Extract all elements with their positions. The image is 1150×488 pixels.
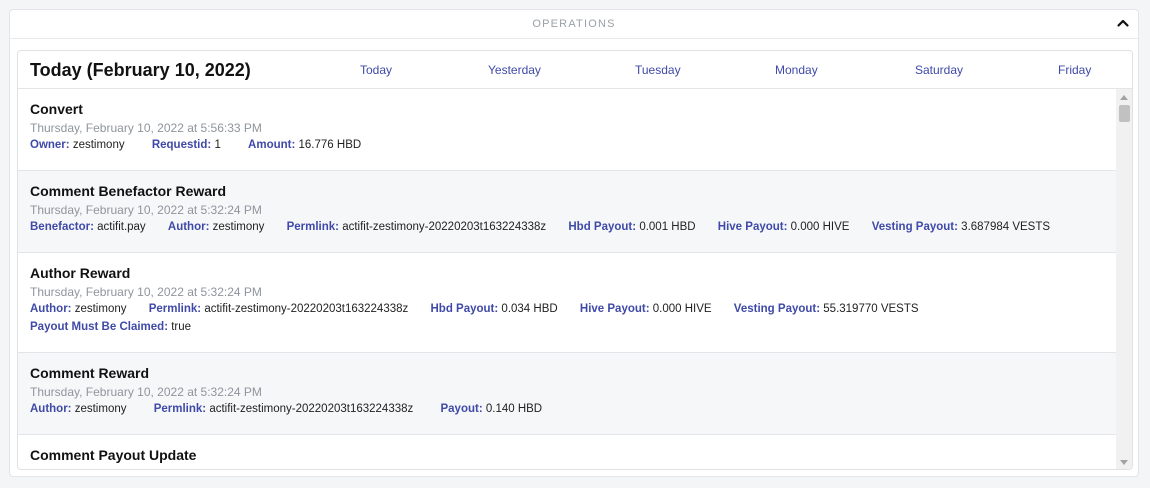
- field-value: zestimony: [212, 221, 265, 233]
- field: Hive Payout: 0.000 HIVE: [718, 218, 850, 236]
- field: Payout Must Be Claimed: true: [30, 318, 191, 336]
- operation-item: Comment Benefactor Reward Thursday, Febr…: [18, 171, 1116, 253]
- field: Author: zestimony: [30, 400, 127, 418]
- operation-fields: Author: zestimony Permlink: actifit-zest…: [30, 400, 1104, 418]
- field-key: Permlink:: [286, 221, 340, 233]
- field-value: actifit.pay: [97, 221, 146, 233]
- scrollbar[interactable]: [1116, 89, 1132, 469]
- field-key: Payout:: [440, 403, 483, 415]
- operation-time: Thursday, February 10, 2022 at 5:56:33 P…: [30, 121, 262, 135]
- tab-today[interactable]: Today: [360, 63, 392, 77]
- operation-time: Thursday, February 10, 2022 at 5:32:24 P…: [30, 385, 262, 399]
- field: Permlink: actifit-zestimony-20220203t163…: [154, 400, 414, 418]
- field-key: Author:: [30, 403, 72, 415]
- field-value: 55.319770 VESTS: [823, 303, 919, 315]
- field-key: Payout Must Be Claimed:: [30, 321, 169, 333]
- panel-header: OPERATIONS: [10, 10, 1138, 39]
- field: Hbd Payout: 0.034 HBD: [430, 300, 557, 318]
- field-value: actifit-zestimony-20220203t163224338z: [204, 303, 409, 315]
- field-key: Hive Payout:: [717, 221, 788, 233]
- tab-saturday[interactable]: Saturday: [915, 63, 963, 77]
- field: Permlink: actifit-zestimony-20220203t163…: [149, 300, 409, 318]
- operation-fields: Author: zestimony Permlink: actifit-zest…: [30, 300, 1104, 336]
- operation-fields: Owner: zestimony Requestid: 1 Amount: 16…: [30, 136, 1104, 154]
- field-key: Hive Payout:: [579, 303, 650, 315]
- operation-title: Comment Reward: [30, 365, 150, 381]
- field: Vesting Payout: 3.687984 VESTS: [872, 218, 1050, 236]
- field-key: Vesting Payout:: [871, 221, 958, 233]
- field-value: zestimony: [72, 139, 125, 151]
- field-key: Author:: [167, 221, 210, 233]
- operation-title: Comment Benefactor Reward: [30, 183, 227, 199]
- day-card: Today (February 10, 2022) Today Yesterda…: [17, 50, 1133, 470]
- scroll-down-arrow-icon[interactable]: [1120, 460, 1128, 465]
- field: Benefactor: actifit.pay: [30, 218, 146, 236]
- field-key: Requestid:: [151, 139, 212, 151]
- tab-friday[interactable]: Friday: [1058, 63, 1091, 77]
- operation-fields: Benefactor: actifit.pay Author: zestimon…: [30, 218, 1104, 236]
- scroll-up-arrow-icon[interactable]: [1120, 95, 1128, 100]
- field-key: Permlink:: [148, 303, 202, 315]
- operations-list[interactable]: Convert Thursday, February 10, 2022 at 5…: [18, 89, 1116, 469]
- field: Permlink: actifit-zestimony-20220203t163…: [287, 218, 547, 236]
- operation-title: Convert: [30, 101, 83, 117]
- chevron-up-icon[interactable]: [1116, 16, 1130, 30]
- field-value: 0.140 HBD: [485, 403, 543, 415]
- field-key: Vesting Payout:: [733, 303, 821, 315]
- scrollbar-thumb[interactable]: [1119, 105, 1130, 122]
- field-value: 0.000 HIVE: [790, 221, 850, 233]
- operation-title: Comment Payout Update: [30, 447, 197, 463]
- field-value: 0.000 HIVE: [652, 303, 712, 315]
- operation-item: Comment Reward Thursday, February 10, 20…: [18, 353, 1116, 435]
- operations-panel: OPERATIONS Today (February 10, 2022) Tod…: [9, 9, 1139, 477]
- field-value: 1: [214, 139, 221, 151]
- field-key: Owner:: [30, 139, 70, 151]
- field-key: Permlink:: [153, 403, 207, 415]
- field-value: actifit-zestimony-20220203t163224338z: [342, 221, 547, 233]
- field-key: Author:: [30, 303, 72, 315]
- field: Hbd Payout: 0.001 HBD: [568, 218, 695, 236]
- field: Author: zestimony: [168, 218, 265, 236]
- field: Owner: zestimony: [30, 136, 125, 154]
- field: Author: zestimony: [30, 300, 127, 318]
- field: Payout: 0.140 HBD: [440, 400, 542, 418]
- tab-tuesday[interactable]: Tuesday: [635, 63, 681, 77]
- field-value: 3.687984 VESTS: [961, 221, 1051, 233]
- field: Requestid: 1: [152, 136, 221, 154]
- day-header: Today (February 10, 2022) Today Yesterda…: [18, 51, 1132, 89]
- day-title: Today (February 10, 2022): [30, 60, 251, 80]
- field-value: 16.776 HBD: [298, 139, 362, 151]
- panel-title: OPERATIONS: [532, 18, 616, 30]
- field-value: zestimony: [74, 403, 127, 415]
- tab-yesterday[interactable]: Yesterday: [488, 63, 541, 77]
- operation-item: Author Reward Thursday, February 10, 202…: [18, 253, 1116, 353]
- operation-item: Convert Thursday, February 10, 2022 at 5…: [18, 89, 1116, 171]
- field-value: true: [171, 321, 192, 333]
- field-key: Hbd Payout:: [430, 303, 499, 315]
- field-value: actifit-zestimony-20220203t163224338z: [209, 403, 414, 415]
- field-value: 0.001 HBD: [639, 221, 696, 233]
- operation-time: Thursday, February 10, 2022 at 5:32:24 P…: [30, 285, 262, 299]
- field-key: Amount:: [248, 139, 296, 151]
- tab-monday[interactable]: Monday: [775, 63, 818, 77]
- field-value: zestimony: [74, 303, 127, 315]
- field: Vesting Payout: 55.319770 VESTS: [734, 300, 919, 318]
- field-value: 0.034 HBD: [501, 303, 558, 315]
- field: Amount: 16.776 HBD: [248, 136, 361, 154]
- operation-item: Comment Payout Update: [18, 435, 1116, 469]
- field-key: Benefactor:: [30, 221, 94, 233]
- field-key: Hbd Payout:: [568, 221, 637, 233]
- operation-title: Author Reward: [30, 265, 131, 281]
- field: Hive Payout: 0.000 HIVE: [580, 300, 712, 318]
- operation-time: Thursday, February 10, 2022 at 5:32:24 P…: [30, 203, 262, 217]
